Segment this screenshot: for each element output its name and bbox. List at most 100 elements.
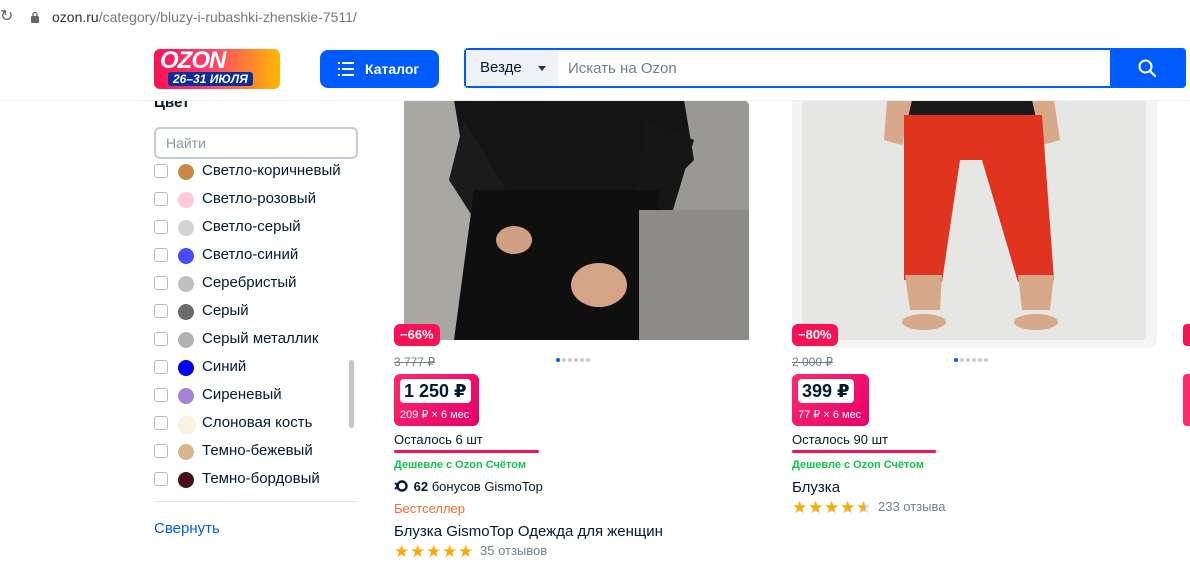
- color-label: Темно-бордовый: [202, 470, 320, 487]
- image-carousel-dots[interactable]: [556, 349, 592, 362]
- color-swatch: [178, 444, 194, 460]
- logo-dates: 26–31 ИЮЛЯ: [168, 72, 253, 86]
- next-product-card-edge: [1183, 100, 1190, 559]
- checkbox[interactable]: [154, 220, 168, 234]
- checkbox[interactable]: [154, 444, 168, 458]
- checkbox[interactable]: [154, 304, 168, 318]
- collapse-link[interactable]: Свернуть: [154, 520, 220, 537]
- filter-sidebar: Цвет Светло-коричневыйСветло-розовыйСвет…: [154, 94, 369, 559]
- search-button[interactable]: [1110, 48, 1186, 88]
- color-filter-item[interactable]: Серебристый: [154, 272, 354, 296]
- color-swatch: [178, 472, 194, 488]
- price-badge: 399 ₽ 77 ₽ × 6 мес: [792, 374, 869, 426]
- chevron-down-icon: [538, 66, 546, 71]
- color-filter-item[interactable]: Серый металлик: [154, 328, 354, 352]
- search-icon: [1138, 59, 1156, 77]
- star-icon: ★: [442, 542, 458, 561]
- search-scope-label: Везде: [480, 59, 522, 76]
- color-filter-item[interactable]: Светло-розовый: [154, 188, 354, 212]
- color-label: Сиреневый: [202, 386, 282, 403]
- url-path: /category/bluzy-i-rubashki-zhenskie-7511…: [98, 9, 357, 25]
- reviews-count[interactable]: 233 отзыва: [878, 499, 946, 514]
- checkbox[interactable]: [154, 276, 168, 290]
- cheaper-label: Дешевле с Ozon Счётом: [394, 459, 526, 471]
- color-search-input[interactable]: [154, 127, 358, 159]
- product-card[interactable]: −80% 2 000 ₽ 399 ₽ 77 ₽ × 6 мес Осталось…: [792, 100, 1157, 559]
- star-icon: ★: [426, 542, 442, 561]
- installment-text: 209 ₽ × 6 мес: [400, 409, 470, 421]
- checkbox[interactable]: [154, 332, 168, 346]
- reviews-count[interactable]: 35 отзывов: [480, 543, 547, 558]
- installment-text: 77 ₽ × 6 мес: [798, 409, 862, 421]
- stock-text: Осталось 6 шт: [394, 432, 483, 447]
- search-input[interactable]: [558, 50, 1130, 86]
- star-icon: ★: [808, 498, 824, 517]
- color-swatch: [178, 360, 194, 376]
- color-swatch: [178, 276, 194, 292]
- color-filter-item[interactable]: Светло-синий: [154, 244, 354, 268]
- checkbox[interactable]: [154, 472, 168, 486]
- discount-badge: −80%: [792, 324, 838, 346]
- color-swatch: [178, 248, 194, 264]
- image-carousel-dots[interactable]: [954, 349, 990, 362]
- star-half-icon: ★: [856, 498, 872, 517]
- color-label: Слоновая кость: [202, 414, 313, 431]
- color-swatch: [178, 304, 194, 320]
- color-label: Серый: [202, 302, 249, 319]
- product-name[interactable]: Блузка: [792, 479, 840, 496]
- site-header: OZON 26–31 ИЮЛЯ Каталог Везде: [0, 36, 1190, 101]
- color-label: Темно-бежевый: [202, 442, 313, 459]
- checkbox[interactable]: [154, 164, 168, 178]
- product-name[interactable]: Блузка GismoTop Одежда для женщин: [394, 523, 663, 540]
- catalog-label: Каталог: [365, 61, 420, 77]
- bonus-count: 62: [413, 479, 429, 494]
- color-label: Серый металлик: [202, 330, 319, 347]
- divider: [154, 501, 358, 502]
- color-swatch: [178, 332, 194, 348]
- catalog-button[interactable]: Каталог: [320, 50, 439, 88]
- stock-bar: [394, 450, 542, 453]
- filter-scrollbar[interactable]: [349, 360, 354, 428]
- checkbox[interactable]: [154, 192, 168, 206]
- color-filter-item[interactable]: Серый: [154, 300, 354, 324]
- search-scope-select[interactable]: Везде: [466, 50, 558, 86]
- color-filter-item[interactable]: Светло-коричневый: [154, 163, 354, 184]
- stock-bar: [792, 450, 940, 453]
- discount-badge: −66%: [394, 324, 440, 346]
- color-swatch: [178, 388, 194, 404]
- checkbox[interactable]: [154, 388, 168, 402]
- menu-icon: [338, 62, 354, 76]
- color-label: Серебристый: [202, 274, 297, 291]
- color-filter-item[interactable]: Слоновая кость: [154, 412, 354, 436]
- product-image[interactable]: [792, 100, 1157, 348]
- star-icon: ★: [792, 498, 808, 517]
- color-filter-item[interactable]: Темно-бежевый: [154, 440, 354, 464]
- color-swatch: [178, 192, 194, 208]
- star-icon: ★: [824, 498, 840, 517]
- color-label: Синий: [202, 358, 247, 375]
- product-image[interactable]: [394, 100, 759, 348]
- bonus-text: бонусов GismoTop: [431, 479, 543, 494]
- product-card[interactable]: −66% 3 777 ₽ 1 250 ₽ 209 ₽ × 6 мес Остал…: [394, 100, 759, 561]
- current-price: 1 250 ₽: [400, 379, 471, 403]
- color-filter-item[interactable]: Светло-серый: [154, 216, 354, 240]
- color-filter-item[interactable]: Темно-бордовый: [154, 468, 354, 492]
- checkbox[interactable]: [154, 416, 168, 430]
- star-icon: ★: [458, 542, 474, 561]
- color-filter-list: Светло-коричневый Светло-розовый Светло-се…: [154, 163, 354, 501]
- checkbox[interactable]: [154, 248, 168, 262]
- color-swatch: [178, 416, 196, 434]
- color-filter-item[interactable]: Синий: [154, 356, 354, 380]
- price-badge: 1 250 ₽ 209 ₽ × 6 мес: [394, 374, 479, 426]
- url-text[interactable]: ozon.ru/category/bluzy-i-rubashki-zhensk…: [52, 9, 357, 25]
- ozon-logo[interactable]: OZON 26–31 ИЮЛЯ: [154, 49, 280, 89]
- color-swatch: [178, 220, 194, 236]
- lock-icon: [31, 11, 39, 23]
- reload-icon[interactable]: ↻: [0, 6, 13, 26]
- color-filter-item[interactable]: Сиреневый: [154, 384, 354, 408]
- star-icon: ★: [840, 498, 856, 517]
- rating-stars: ★★★★★ 35 отзывов: [394, 543, 547, 561]
- current-price: 399 ₽: [798, 379, 854, 403]
- color-label: Светло-серый: [202, 218, 301, 235]
- checkbox[interactable]: [154, 360, 168, 374]
